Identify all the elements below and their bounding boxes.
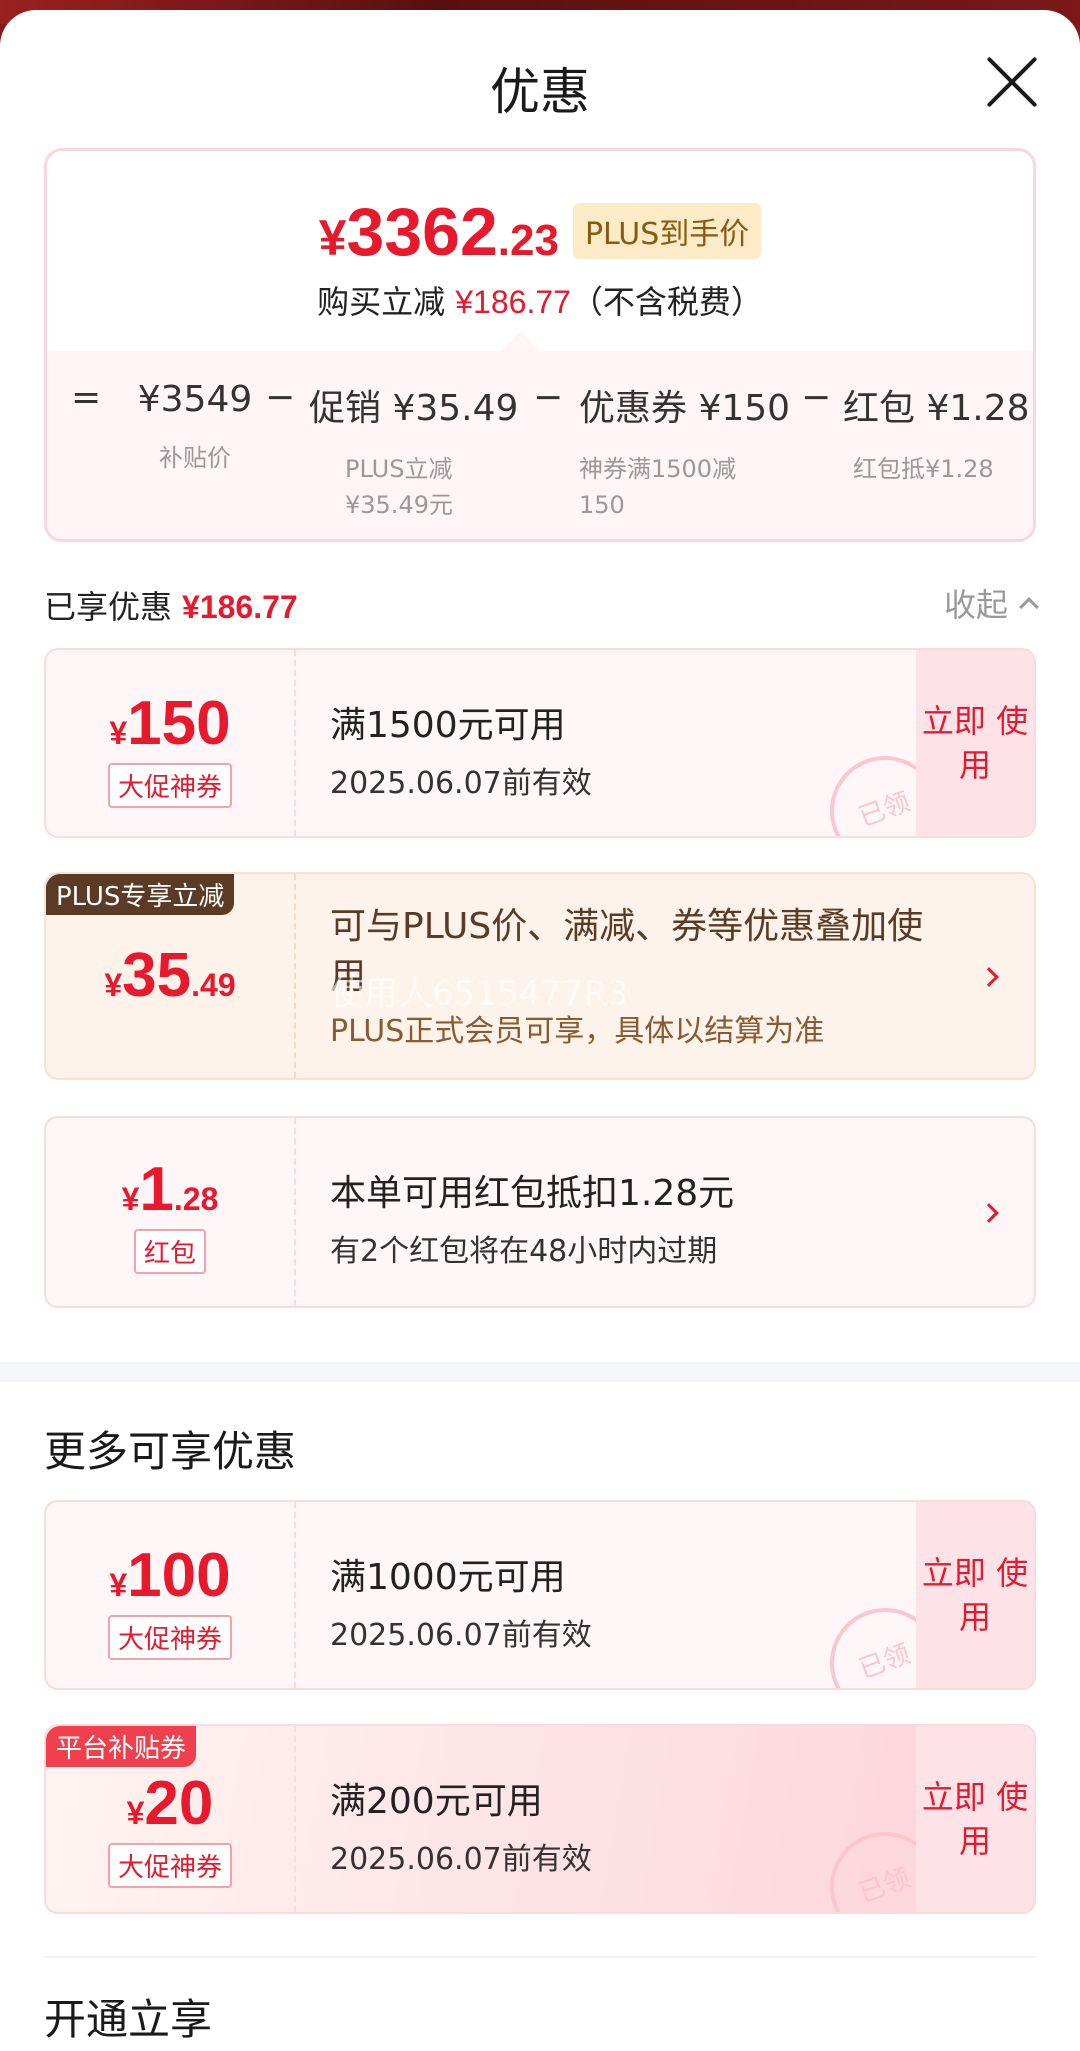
chevron-up-icon bbox=[1019, 597, 1039, 617]
calc-op: − bbox=[533, 377, 564, 418]
calc-item-redpacket: 红包 ¥1.28 红包抵¥1.28 bbox=[843, 388, 1030, 483]
calc-item-coupon: 优惠券 ¥150 神券满1500减 150 bbox=[579, 388, 791, 519]
calc-item-promo: 促销 ¥35.49 PLUS立减 ¥35.49元 bbox=[309, 388, 519, 519]
close-icon[interactable] bbox=[984, 54, 1040, 110]
use-now-button[interactable]: 立即 使用 bbox=[916, 1502, 1034, 1688]
coupon-info: 满1500元可用 2025.06.07前有效 bbox=[330, 705, 592, 801]
calc-op: = bbox=[71, 377, 102, 418]
coupon-amount: ¥20 bbox=[126, 1769, 214, 1838]
enjoyed-discount: 已享优惠 ¥186.77 bbox=[44, 588, 298, 626]
sheet-title: 优惠 bbox=[490, 63, 590, 121]
more-discounts-title: 更多可享优惠 bbox=[44, 1427, 297, 1476]
coupon-amount-block: ¥1.28 红包 bbox=[46, 1118, 296, 1306]
section-divider bbox=[0, 1362, 1080, 1382]
coupon-card: ¥150 大促神券 满1500元可用 2025.06.07前有效 已领 立即 使… bbox=[44, 648, 1036, 838]
sheet-header: 优惠 bbox=[0, 10, 1080, 150]
coupon-card: ¥100 大促神券 满1000元可用 2025.06.07前有效 已领 立即 使… bbox=[44, 1500, 1036, 1690]
chevron-right-icon[interactable] bbox=[979, 1203, 999, 1223]
use-now-button[interactable]: 立即 使用 bbox=[916, 1726, 1034, 1912]
platform-coupon-card: 平台补贴券 ¥20 大促神券 满200元可用 2025.06.07前有效 已领 … bbox=[44, 1724, 1036, 1914]
open-membership-title: 开通立享 bbox=[44, 1995, 213, 2044]
coupon-amount-block: ¥20 大促神券 bbox=[46, 1726, 296, 1912]
collapse-button[interactable]: 收起 bbox=[944, 580, 1039, 626]
coupon-type-badge: 大促神券 bbox=[107, 1615, 232, 1660]
calc-item-subsidy: ¥3549 补贴价 bbox=[137, 379, 253, 472]
reduce-amount: ¥186.77 bbox=[455, 284, 571, 320]
calc-op: − bbox=[265, 377, 296, 418]
calc-breakdown: = ¥3549 补贴价 − 促销 ¥35.49 PLUS立减 ¥35.49元 −… bbox=[47, 351, 1033, 539]
calc-op: − bbox=[801, 377, 832, 418]
discount-sheet: 优惠 ¥3362.23 PLUS到手价 购买立减 ¥186.77（不含税费） =… bbox=[0, 10, 1080, 2051]
coupon-amount: ¥35.49 bbox=[104, 941, 236, 1010]
watermark: 使用人6515477R3 bbox=[330, 974, 629, 1014]
enjoyed-amount: ¥186.77 bbox=[182, 589, 298, 625]
coupon-info: 满200元可用 2025.06.07前有效 bbox=[330, 1781, 592, 1877]
coupon-amount-block: ¥35.49 bbox=[46, 874, 296, 1078]
price-summary: ¥3362.23 PLUS到手价 购买立减 ¥186.77（不含税费） = ¥3… bbox=[44, 148, 1036, 542]
coupon-type-badge: 大促神券 bbox=[107, 1843, 232, 1888]
coupon-amount: ¥100 bbox=[109, 1541, 231, 1610]
use-now-button[interactable]: 立即 使用 bbox=[916, 650, 1034, 836]
coupon-type-badge: 大促神券 bbox=[107, 763, 232, 808]
red-packet-card[interactable]: ¥1.28 红包 本单可用红包抵扣1.28元 有2个红包将在48小时内过期 bbox=[44, 1116, 1036, 1308]
coupon-type-badge: 红包 bbox=[133, 1229, 206, 1274]
coupon-info: 本单可用红包抵扣1.28元 有2个红包将在48小时内过期 bbox=[330, 1173, 735, 1269]
coupon-amount: ¥150 bbox=[109, 689, 231, 758]
separator-line bbox=[44, 1956, 1036, 1958]
coupon-amount: ¥1.28 bbox=[121, 1155, 219, 1224]
coupon-amount-block: ¥150 大促神券 bbox=[46, 650, 296, 836]
coupon-amount-block: ¥100 大促神券 bbox=[46, 1502, 296, 1688]
coupon-info: 满1000元可用 2025.06.07前有效 bbox=[330, 1557, 592, 1653]
reduce-line: 购买立减 ¥186.77（不含税费） bbox=[317, 283, 763, 321]
chevron-right-icon[interactable] bbox=[979, 967, 999, 987]
plus-price-tag: PLUS到手价 bbox=[572, 203, 762, 259]
final-price: ¥3362.23 bbox=[318, 194, 559, 270]
final-price-block: ¥3362.23 PLUS到手价 购买立减 ¥186.77（不含税费） bbox=[47, 151, 1033, 351]
